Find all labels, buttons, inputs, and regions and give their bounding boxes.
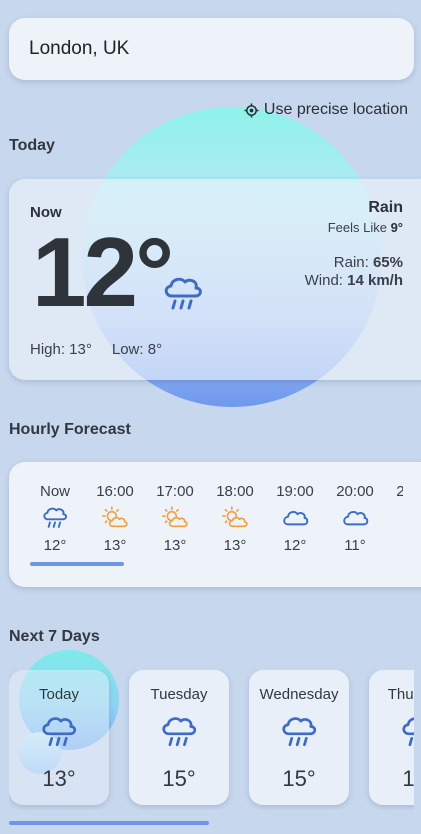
cloud-icon	[401, 504, 403, 537]
rain-icon	[161, 274, 205, 319]
rain-icon	[41, 504, 69, 537]
day-temperature: 15°	[282, 766, 316, 791]
feels-like-value: 9°	[390, 220, 403, 235]
rain-icon	[39, 712, 79, 757]
wind-speed: Wind: 14 km/h	[305, 272, 403, 289]
rain-icon	[159, 712, 199, 757]
day-name: Tuesday	[150, 686, 208, 703]
daily-forecast-list[interactable]: Today 13° Tuesday 15° Wednesday 15° Thur…	[9, 670, 414, 810]
wind-value: 14 km/h	[347, 272, 403, 289]
use-precise-location-button[interactable]: Use precise location	[244, 101, 408, 119]
sun-cloud-icon	[101, 504, 129, 537]
day-name: Thursday	[387, 686, 414, 703]
rain-value: 65%	[372, 254, 403, 271]
feels-like: Feels Like 9°	[328, 220, 403, 235]
feels-like-label: Feels Like	[327, 220, 387, 235]
condition-text: Rain	[368, 199, 403, 216]
hourly-temperature: 10°	[390, 537, 403, 554]
hourly-temperature: 11°	[344, 537, 366, 554]
hourly-time: Now	[39, 483, 70, 500]
hourly-temperature: 12°	[283, 537, 307, 554]
wind-label: Wind:	[304, 272, 343, 289]
hourly-forecast-list[interactable]: Now 12° 16:00 13° 17:00 13° 18:00 13° 19…	[30, 462, 403, 587]
hourly-time: 21:00	[396, 483, 403, 500]
day-temperature: 15°	[162, 766, 196, 791]
hourly-time: 16:00	[96, 483, 134, 500]
location-text: London, UK	[29, 38, 130, 59]
hourly-time: 19:00	[276, 483, 314, 500]
condition-block: Rain Feels Like 9°	[328, 199, 403, 235]
cloud-icon	[341, 504, 369, 537]
hourly-forecast-card[interactable]: Now 12° 16:00 13° 17:00 13° 18:00 13° 19…	[9, 462, 421, 587]
rain-chance: Rain: 65%	[334, 254, 403, 271]
today-card: Now 12° High: 13° Low: 8° Rain Feels Lik…	[9, 179, 421, 380]
hourly-forecast-heading: Hourly Forecast	[9, 421, 131, 438]
day-card[interactable]: Tuesday 15°	[129, 670, 229, 805]
daily-scrollbar[interactable]	[9, 821, 209, 825]
hourly-scrollbar[interactable]	[30, 562, 124, 566]
use-precise-location-label: Use precise location	[263, 101, 408, 118]
hourly-temperature: 13°	[163, 537, 187, 554]
sun-cloud-icon	[221, 504, 249, 537]
location-target-icon	[244, 102, 259, 118]
rain-icon	[399, 712, 414, 757]
day-name: Wednesday	[259, 686, 339, 703]
day-card[interactable]: Wednesday 15°	[249, 670, 349, 805]
high-temperature: High: 13°	[30, 341, 92, 358]
weather-app: London, UK Use precise location Today No…	[0, 0, 421, 834]
rain-icon	[279, 712, 319, 757]
today-heading: Today	[9, 137, 55, 154]
hourly-time: 20:00	[336, 483, 374, 500]
day-temperature: 14°	[402, 766, 414, 791]
cloud-icon	[281, 504, 309, 537]
high-low: High: 13° Low: 8°	[30, 341, 162, 358]
current-temperature: 12°	[32, 217, 174, 327]
next-7-days-heading: Next 7 Days	[9, 628, 100, 645]
sun-cloud-icon	[161, 504, 189, 537]
hourly-temperature: 13°	[223, 537, 247, 554]
day-card[interactable]: Today 13°	[9, 670, 109, 805]
hourly-temperature: 12°	[43, 537, 67, 554]
day-card[interactable]: Thursday 14°	[369, 670, 414, 805]
day-name: Today	[38, 686, 80, 703]
location-search-input[interactable]: London, UK	[9, 18, 414, 80]
rain-label: Rain:	[333, 254, 369, 271]
low-temperature: Low: 8°	[111, 341, 163, 358]
hourly-time: 17:00	[156, 483, 194, 500]
day-temperature: 13°	[42, 766, 76, 791]
hourly-temperature: 13°	[103, 537, 127, 554]
hourly-time: 18:00	[216, 483, 254, 500]
